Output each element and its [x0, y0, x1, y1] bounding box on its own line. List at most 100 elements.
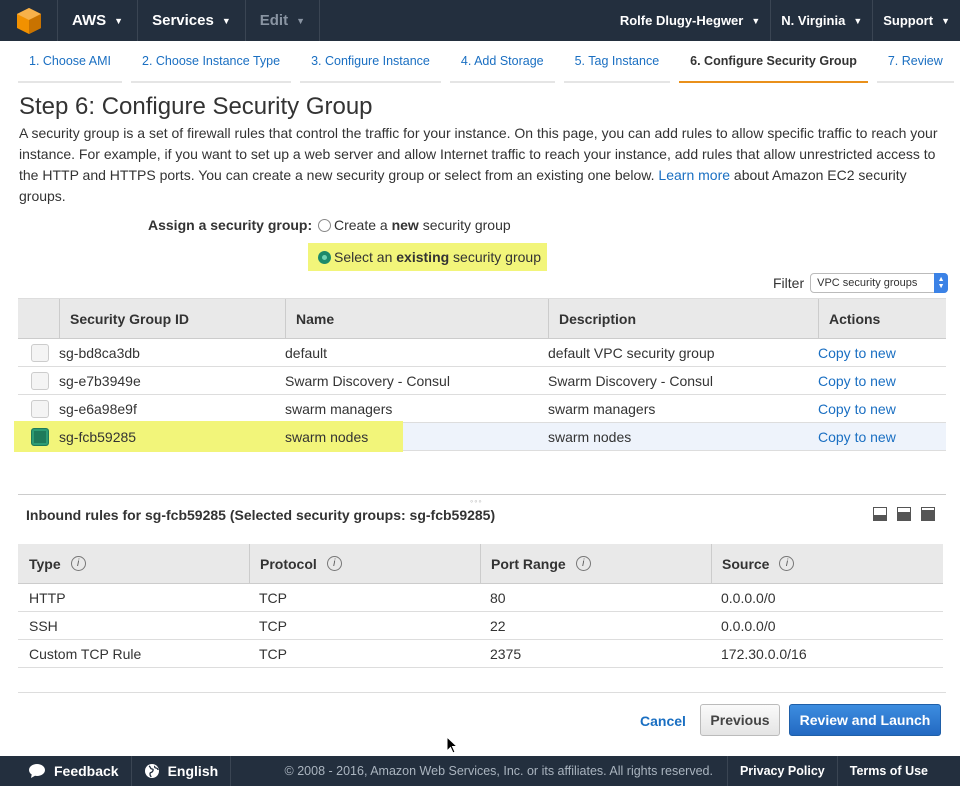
chevron-down-icon: ▼ — [941, 15, 950, 26]
table-row-selected[interactable]: sg-fcb59285 swarm nodes swarm nodes Copy… — [14, 421, 946, 452]
row-checkbox-checked[interactable] — [30, 427, 49, 446]
create-new-sg-option[interactable]: Create a new security group — [318, 214, 511, 236]
footer-bar: Feedback English © 2008 - 2016, Amazon W… — [0, 756, 960, 786]
select-existing-label: Select an existing security group — [334, 249, 541, 265]
rule-protocol: TCP — [259, 589, 287, 606]
assign-security-group-label: Assign a security group: — [148, 217, 313, 233]
table-row[interactable]: sg-e6a98e9f swarm managers swarm manager… — [18, 395, 946, 423]
aws-cube-icon[interactable] — [0, 0, 58, 41]
support-menu[interactable]: Support ▼ — [873, 0, 960, 41]
panel-medium-icon[interactable] — [897, 507, 911, 521]
sg-name: Swarm Discovery - Consul — [285, 372, 450, 389]
info-icon[interactable]: i — [70, 556, 86, 571]
info-icon[interactable]: i — [779, 556, 795, 571]
header-actions: Actions — [818, 298, 946, 339]
language-selector[interactable]: English — [132, 756, 232, 786]
copy-to-new-link[interactable]: Copy to new — [818, 345, 946, 361]
table-row[interactable]: sg-bd8ca3db default default VPC security… — [18, 339, 946, 367]
resize-grip-icon[interactable]: ◦◦◦ — [470, 496, 483, 506]
services-menu[interactable]: Services ▼ — [138, 0, 246, 41]
region-label: N. Virginia — [781, 13, 846, 28]
intro-paragraph: A security group is a set of firewall ru… — [19, 123, 939, 207]
row-checkbox[interactable] — [30, 343, 49, 362]
header-port-range: Port Range i — [480, 543, 711, 584]
support-label: Support — [883, 13, 934, 28]
select-arrows-icon: ▲ ▼ — [934, 273, 949, 293]
rule-protocol: TCP — [259, 617, 287, 634]
table-header: Security Group ID Name Description Actio… — [18, 298, 946, 339]
filter-select[interactable]: VPC security groups — [810, 273, 949, 293]
info-icon[interactable]: i — [326, 556, 342, 571]
previous-button[interactable]: Previous — [700, 704, 780, 736]
privacy-policy-link[interactable]: Privacy Policy — [728, 756, 838, 786]
user-menu[interactable]: Rolfe Dlugy-Hegwer ▼ — [610, 0, 772, 41]
copy-to-new-link[interactable]: Copy to new — [818, 373, 946, 389]
top-navigation-bar: AWS ▼ Services ▼ Edit ▼ Rolfe Dlugy-Hegwer ▼… — [0, 0, 960, 41]
table-row: HTTP TCP 80 0.0.0.0/0 — [18, 584, 943, 612]
speech-bubble-icon — [29, 764, 45, 778]
header-description[interactable]: Description — [548, 298, 818, 339]
sg-description: default VPC security group — [548, 344, 715, 361]
table-header: Type i Protocol i Port Range i Source i — [18, 543, 943, 584]
sg-id: sg-fcb59285 — [59, 428, 137, 445]
divider — [18, 692, 946, 693]
page-title: Step 6: Configure Security Group — [19, 93, 373, 120]
wizard-steps: 1. Choose AMI 2. Choose Instance Type 3.… — [18, 41, 954, 83]
create-new-label: Create a new security group — [334, 217, 511, 233]
wizard-step-choose-ami[interactable]: 1. Choose AMI — [18, 41, 122, 83]
panel-splitter[interactable] — [18, 494, 946, 495]
aws-menu[interactable]: AWS ▼ — [58, 0, 139, 41]
wizard-step-choose-instance-type[interactable]: 2. Choose Instance Type — [131, 41, 292, 83]
panel-size-controls — [873, 507, 935, 521]
sg-name: swarm nodes — [285, 428, 369, 445]
header-security-group-id[interactable]: Security Group ID — [59, 298, 285, 339]
inbound-rules-title: Inbound rules for sg-fcb59285 (Selected … — [26, 507, 496, 523]
chevron-down-icon: ▼ — [751, 15, 761, 26]
table-row: Custom TCP Rule TCP 2375 172.30.0.0/16 — [18, 640, 943, 668]
rule-source: 0.0.0.0/0 — [721, 617, 776, 634]
table-row: SSH TCP 22 0.0.0.0/0 — [18, 612, 943, 640]
sg-description: swarm managers — [548, 400, 656, 417]
rule-source: 0.0.0.0/0 — [721, 589, 776, 606]
row-checkbox[interactable] — [30, 399, 49, 418]
row-checkbox[interactable] — [30, 371, 49, 390]
chevron-down-icon: ▼ — [296, 15, 306, 26]
rule-type: Custom TCP Rule — [29, 645, 142, 662]
region-menu[interactable]: N. Virginia ▼ — [771, 0, 874, 41]
wizard-step-review[interactable]: 7. Review — [876, 41, 954, 83]
feedback-label: Feedback — [54, 763, 119, 779]
filter-control: Filter VPC security groups ▲ ▼ — [773, 273, 949, 293]
create-new-radio[interactable] — [318, 218, 331, 232]
wizard-step-configure-instance[interactable]: 3. Configure Instance — [300, 41, 441, 83]
chevron-down-icon: ▼ — [221, 15, 231, 26]
review-and-launch-button[interactable]: Review and Launch — [789, 704, 941, 736]
rule-port-range: 2375 — [490, 645, 522, 662]
chevron-down-icon: ▼ — [853, 15, 863, 26]
cancel-button[interactable]: Cancel — [630, 706, 696, 736]
copy-to-new-link[interactable]: Copy to new — [818, 401, 946, 417]
wizard-step-configure-security-group[interactable]: 6. Configure Security Group — [679, 41, 868, 83]
rule-type: SSH — [29, 617, 58, 634]
header-name[interactable]: Name — [285, 298, 548, 339]
select-existing-sg-option[interactable]: Select an existing security group — [308, 243, 547, 271]
wizard-step-add-storage[interactable]: 4. Add Storage — [449, 41, 555, 83]
panel-large-icon[interactable] — [921, 507, 935, 521]
panel-small-icon[interactable] — [873, 507, 887, 521]
aws-label: AWS — [72, 12, 107, 29]
table-row[interactable]: sg-e7b3949e Swarm Discovery - Consul Swa… — [18, 367, 946, 395]
user-label: Rolfe Dlugy-Hegwer — [619, 13, 744, 28]
edit-menu[interactable]: Edit ▼ — [246, 0, 321, 41]
select-existing-radio[interactable] — [318, 250, 331, 264]
terms-of-use-link[interactable]: Terms of Use — [838, 756, 960, 786]
globe-icon — [144, 764, 159, 778]
feedback-button[interactable]: Feedback — [0, 756, 132, 786]
rule-port-range: 22 — [490, 617, 506, 634]
chevron-down-icon: ▼ — [114, 15, 124, 26]
learn-more-link[interactable]: Learn more — [658, 167, 730, 183]
wizard-step-tag-instance[interactable]: 5. Tag Instance — [563, 41, 671, 83]
info-icon[interactable]: i — [575, 556, 591, 571]
rule-protocol: TCP — [259, 645, 287, 662]
security-groups-table: Security Group ID Name Description Actio… — [14, 298, 946, 452]
edit-label: Edit — [259, 12, 289, 29]
copy-to-new-link[interactable]: Copy to new — [818, 429, 946, 445]
